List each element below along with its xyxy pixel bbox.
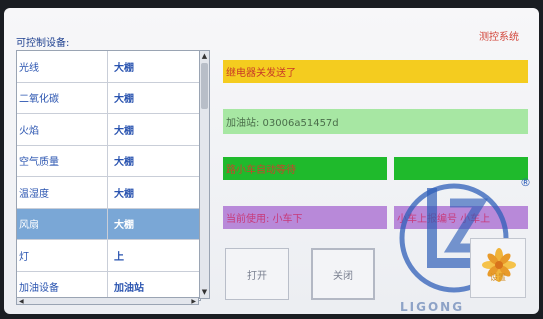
trademark-mark: ®: [520, 176, 531, 189]
triangle-left-icon[interactable]: ◀: [19, 298, 24, 305]
device-name: 火焰: [17, 114, 108, 145]
open-button[interactable]: 打开: [225, 248, 289, 300]
list-item-selected[interactable]: 风扇 大棚: [17, 208, 200, 240]
list-item[interactable]: 火焰 大棚: [17, 114, 200, 146]
list-item[interactable]: 温湿度 大棚: [17, 177, 200, 209]
system-title: 测控系统: [479, 32, 519, 43]
device-name: 二氧化碳: [17, 82, 108, 113]
car-status-bar: 路小车自动等待: [223, 157, 387, 180]
device-name: 温湿度: [17, 177, 108, 208]
device-location: 大棚: [114, 157, 134, 169]
close-button[interactable]: 关闭: [311, 248, 375, 300]
vertical-scrollbar[interactable]: ▲ ▼: [199, 50, 210, 299]
device-location: 上: [114, 251, 124, 263]
triangle-up-icon[interactable]: ▲: [200, 52, 209, 61]
horizontal-scrollbar[interactable]: ◀ ▶: [16, 297, 199, 305]
device-location: 大棚: [114, 94, 134, 106]
device-location: 加油站: [114, 283, 144, 295]
list-item[interactable]: 空气质量 大棚: [17, 145, 200, 177]
device-location: 大棚: [114, 62, 134, 74]
device-name: 风扇: [17, 208, 108, 239]
scroll-thumb[interactable]: [201, 63, 208, 109]
logo-text: LIGONG: [400, 300, 465, 314]
device-location: 大棚: [114, 220, 134, 232]
list-item[interactable]: 二氧化碳 大棚: [17, 82, 200, 114]
device-location: 大棚: [114, 125, 134, 137]
relay-status-bar: 继电器关发送了: [223, 60, 528, 83]
list-item[interactable]: 灯 上: [17, 240, 200, 272]
list-item[interactable]: 光线 大棚: [17, 51, 200, 83]
station-status-bar: 加油站: 03006a51457d: [223, 109, 528, 134]
settings-button[interactable]: 设置: [470, 238, 526, 298]
device-name: 灯: [17, 240, 108, 271]
current-use-bar: 当前使用: 小车下: [223, 206, 387, 229]
settings-label: 设置: [490, 273, 506, 282]
triangle-down-icon[interactable]: ▼: [200, 288, 209, 297]
device-name: 光线: [17, 51, 108, 82]
device-name: 空气质量: [17, 145, 108, 176]
device-list: 光线 大棚 二氧化碳 大棚 火焰 大棚 空气质量 大棚 温湿度 大棚 风扇 大棚…: [16, 50, 201, 301]
device-location: 大棚: [114, 188, 134, 200]
triangle-right-icon[interactable]: ▶: [191, 298, 196, 305]
device-list-title: 可控制设备:: [16, 38, 70, 49]
app-screen: 测控系统 可控制设备: 光线 大棚 二氧化碳 大棚 火焰 大棚 空气质量 大棚 …: [4, 8, 539, 314]
